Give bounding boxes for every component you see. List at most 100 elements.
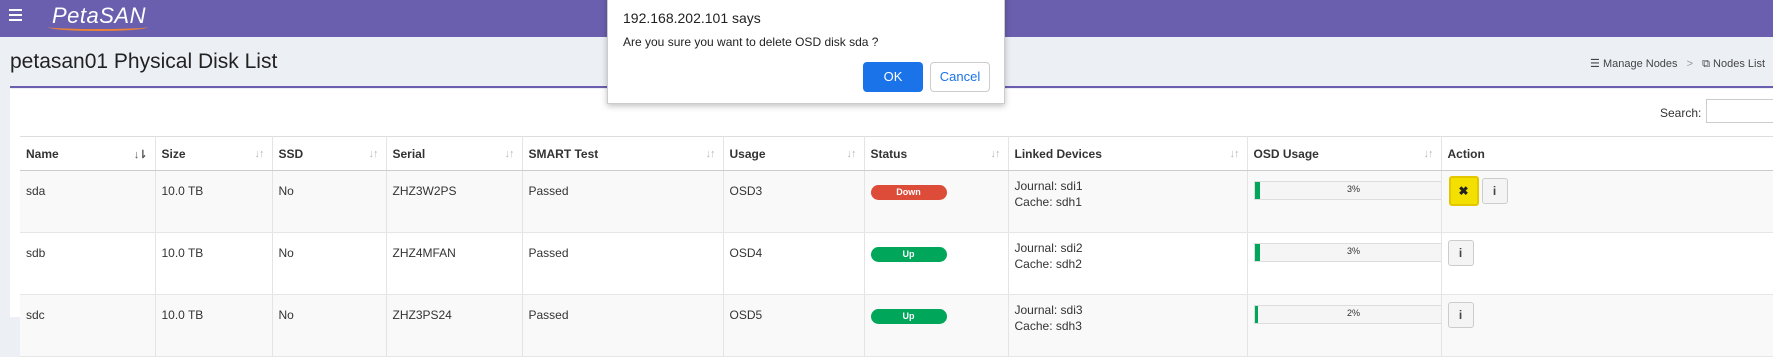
cell-status: Up: [864, 232, 1009, 295]
osd-usage-bar: 3%: [1253, 243, 1440, 262]
column-label: Linked Devices: [1014, 146, 1102, 161]
logo-swoosh: [48, 23, 148, 31]
cache-device: Cache: sdh3: [1014, 319, 1082, 333]
cell-usage: OSD4: [723, 232, 865, 295]
hamburger-icon[interactable]: [9, 9, 22, 24]
sort-icon[interactable]: ↓↑: [991, 148, 1001, 160]
cell-smart-test: Passed: [522, 170, 724, 233]
info-button[interactable]: i: [1447, 240, 1474, 266]
page-title: petasan01 Physical Disk List: [10, 50, 278, 73]
table-header-row: Name ↓⇂ Size ↓↑ SSD ↓↑ Serial ↓↑ SMART Test ↓…: [20, 136, 1773, 171]
column-header-osd-usage[interactable]: OSD Usage ↓↑: [1247, 136, 1442, 171]
cell-ssd: No: [272, 170, 387, 233]
info-icon: i: [1458, 246, 1463, 260]
breadcrumb-manage-nodes[interactable]: Manage Nodes: [1603, 58, 1678, 70]
sort-icon[interactable]: ↓↑: [1230, 148, 1240, 160]
search-input[interactable]: [1706, 99, 1773, 123]
status-badge: Up: [870, 247, 947, 262]
cell-size: 10.0 TB: [155, 170, 273, 233]
column-header-smart-test[interactable]: SMART Test ↓↑: [522, 136, 724, 171]
status-badge: Down: [870, 185, 947, 200]
column-header-size[interactable]: Size ↓↑: [155, 136, 273, 171]
sort-asc-icon[interactable]: ↓⇂: [134, 148, 148, 161]
cell-status: Up: [864, 294, 1009, 357]
column-header-linked-devices[interactable]: Linked Devices ↓↑: [1008, 136, 1248, 171]
cell-action: i: [1441, 232, 1773, 295]
column-header-ssd[interactable]: SSD ↓↑: [272, 136, 387, 171]
column-label: Name: [26, 146, 59, 161]
ok-button[interactable]: OK: [863, 62, 923, 92]
cell-ssd: No: [272, 294, 387, 357]
column-label: SSD: [278, 146, 304, 161]
cell-smart-test: Passed: [522, 232, 724, 295]
info-icon: i: [1458, 308, 1463, 322]
cache-device: Cache: sdh1: [1014, 195, 1082, 209]
cell-osd-usage: 3%: [1247, 232, 1442, 295]
search-label: Search:: [1660, 106, 1702, 120]
osd-usage-bar: 2%: [1253, 305, 1440, 324]
osd-usage-bar: 3%: [1253, 181, 1440, 200]
column-header-action: Action: [1441, 136, 1773, 171]
cache-device: Cache: sdh2: [1014, 257, 1082, 271]
column-label: Action: [1447, 146, 1485, 161]
dialog-message: Are you sure you want to delete OSD disk…: [623, 35, 879, 49]
cell-usage: OSD3: [723, 170, 865, 233]
sort-icon[interactable]: ↓↑: [1424, 148, 1434, 160]
cell-serial: ZHZ3PS24: [386, 294, 523, 357]
column-label: Status: [870, 146, 908, 161]
cell-size: 10.0 TB: [155, 294, 273, 357]
sort-icon[interactable]: ↓↑: [255, 148, 265, 160]
breadcrumb-separator: >: [1686, 58, 1694, 70]
cell-serial: ZHZ3W2PS: [386, 170, 523, 233]
cell-status: Down: [864, 170, 1009, 233]
column-header-name[interactable]: Name ↓⇂: [20, 136, 156, 171]
cell-size: 10.0 TB: [155, 232, 273, 295]
column-label: OSD Usage: [1253, 146, 1319, 161]
cell-linked-devices: Journal: sdi3 Cache: sdh3: [1008, 294, 1248, 357]
cell-action: ✖ i: [1441, 170, 1773, 233]
cell-name: sdc: [20, 294, 156, 357]
cell-name: sdb: [20, 232, 156, 295]
osd-usage-percent: 3%: [1346, 184, 1360, 194]
cell-osd-usage: 2%: [1247, 294, 1442, 357]
breadcrumb-nodes-list[interactable]: Nodes List: [1713, 58, 1765, 70]
manage-nodes-icon: ☰: [1590, 58, 1600, 70]
cell-smart-test: Passed: [522, 294, 724, 357]
cell-linked-devices: Journal: sdi1 Cache: sdh1: [1008, 170, 1248, 233]
table-row: sdb 10.0 TB No ZHZ4MFAN Passed OSD4 Up J…: [20, 232, 1773, 295]
column-header-serial[interactable]: Serial ↓↑: [386, 136, 523, 171]
table-row: sda 10.0 TB No ZHZ3W2PS Passed OSD3 Down…: [20, 170, 1773, 233]
confirm-dialog: 192.168.202.101 says Are you sure you wa…: [607, 0, 1005, 104]
logo[interactable]: PetaSAN: [48, 3, 148, 31]
column-label: Usage: [729, 146, 766, 161]
osd-usage-percent: 3%: [1346, 246, 1360, 256]
column-header-status[interactable]: Status ↓↑: [864, 136, 1009, 171]
sort-icon[interactable]: ↓↑: [505, 148, 515, 160]
disk-table: Name ↓⇂ Size ↓↑ SSD ↓↑ Serial ↓↑ SMART Test ↓…: [20, 136, 1773, 357]
dialog-title: 192.168.202.101 says: [623, 10, 761, 26]
sort-icon[interactable]: ↓↑: [706, 148, 716, 160]
cancel-button[interactable]: Cancel: [930, 62, 990, 92]
cell-serial: ZHZ4MFAN: [386, 232, 523, 295]
info-icon: i: [1492, 184, 1497, 198]
delete-button[interactable]: ✖: [1448, 176, 1479, 206]
column-label: Size: [161, 146, 186, 161]
cell-action: i: [1441, 294, 1773, 357]
sort-icon[interactable]: ↓↑: [847, 148, 857, 160]
cell-name: sda: [20, 170, 156, 233]
cell-linked-devices: Journal: sdi2 Cache: sdh2: [1008, 232, 1248, 295]
breadcrumb: ☰ Manage Nodes > ⧉ Nodes List >: [1590, 57, 1773, 71]
column-label: SMART Test: [528, 146, 599, 161]
info-button[interactable]: i: [1481, 178, 1508, 204]
close-icon: ✖: [1458, 184, 1469, 198]
column-label: Serial: [392, 146, 426, 161]
cell-osd-usage: 3%: [1247, 170, 1442, 233]
table-row: sdc 10.0 TB No ZHZ3PS24 Passed OSD5 Up J…: [20, 294, 1773, 357]
column-header-usage[interactable]: Usage ↓↑: [723, 136, 865, 171]
journal-device: Journal: sdi3: [1014, 303, 1083, 317]
sort-icon[interactable]: ↓↑: [369, 148, 379, 160]
journal-device: Journal: sdi1: [1014, 179, 1083, 193]
journal-device: Journal: sdi2: [1014, 241, 1083, 255]
cell-usage: OSD5: [723, 294, 865, 357]
info-button[interactable]: i: [1447, 302, 1474, 328]
